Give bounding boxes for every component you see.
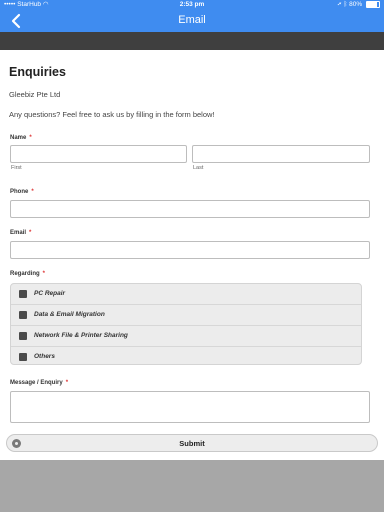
- name-label: Name *: [10, 135, 32, 141]
- submit-label: Submit: [179, 439, 205, 448]
- location-icon: ➚: [337, 1, 342, 8]
- checkbox-option-others[interactable]: Others: [11, 347, 361, 364]
- nav-title: Email: [178, 14, 206, 26]
- bluetooth-icon: ᛒ: [343, 1, 348, 8]
- form-title: Enquiries: [9, 65, 66, 79]
- first-name-input[interactable]: [10, 145, 187, 163]
- first-name-sublabel: First: [11, 165, 22, 171]
- company-name: Gleebiz Pte Ltd: [9, 90, 61, 99]
- checkbox-option-network-file-printer-sharing[interactable]: Network File & Printer Sharing: [11, 326, 361, 347]
- regarding-checklist: PC Repair Data & Email Migration Network…: [10, 283, 362, 365]
- email-input[interactable]: [10, 241, 370, 259]
- required-marker: *: [42, 271, 46, 277]
- enquiry-form: Enquiries Gleebiz Pte Ltd Any questions?…: [0, 50, 384, 460]
- clock: 2:53 pm: [179, 1, 205, 8]
- required-marker: *: [29, 230, 32, 236]
- message-label-text: Message / Enquiry: [10, 380, 63, 386]
- option-label: Network File & Printer Sharing: [34, 332, 128, 339]
- checkbox-option-pc-repair[interactable]: PC Repair: [11, 284, 361, 305]
- required-marker: *: [65, 380, 69, 386]
- message-label: Message / Enquiry *: [10, 380, 68, 386]
- phone-label-text: Phone: [10, 189, 29, 195]
- form-intro: Any questions? Feel free to ask us by fi…: [9, 110, 215, 119]
- status-bar: ••••• StarHub ◠ 2:53 pm ➚ ᛒ 80%: [0, 0, 384, 10]
- required-marker: *: [29, 135, 32, 141]
- battery-indicator: ➚ ᛒ 80%: [338, 0, 380, 10]
- last-name-input[interactable]: [192, 145, 370, 163]
- last-name-sublabel: Last: [193, 165, 204, 171]
- checkbox-icon[interactable]: [19, 290, 27, 298]
- option-label: PC Repair: [34, 290, 66, 297]
- checkbox-option-data-email-migration[interactable]: Data & Email Migration: [11, 305, 361, 326]
- header-divider-band: [0, 32, 384, 50]
- regarding-label: Regarding *: [10, 271, 45, 277]
- submit-button[interactable]: Submit: [6, 434, 378, 452]
- option-label: Others: [34, 353, 55, 360]
- email-label: Email *: [10, 230, 31, 236]
- checkbox-icon[interactable]: [19, 353, 27, 361]
- phone-input[interactable]: [10, 200, 370, 218]
- email-label-text: Email: [10, 230, 27, 236]
- phone-label: Phone *: [10, 189, 34, 195]
- required-marker: *: [31, 189, 34, 195]
- message-textarea[interactable]: [10, 391, 370, 423]
- regarding-label-text: Regarding: [10, 271, 40, 277]
- battery-percent: 80%: [349, 1, 363, 8]
- option-label: Data & Email Migration: [34, 311, 105, 318]
- checkbox-icon[interactable]: [19, 311, 27, 319]
- checkbox-icon[interactable]: [19, 332, 27, 340]
- name-label-text: Name: [10, 135, 27, 141]
- battery-icon: [366, 0, 380, 8]
- nav-bar: Email: [0, 10, 384, 32]
